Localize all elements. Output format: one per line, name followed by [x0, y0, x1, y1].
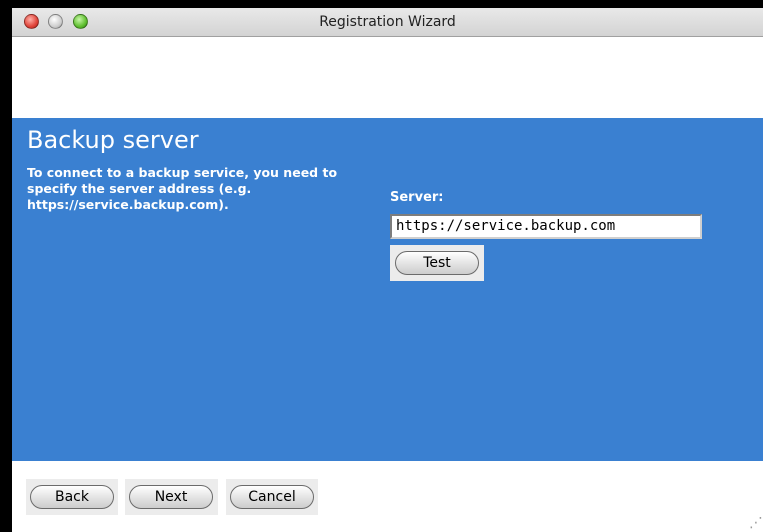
cancel-button[interactable]: Cancel: [230, 485, 314, 509]
wizard-header-area: [12, 37, 763, 118]
wizard-footer: Back Next Cancel ⋰: [12, 461, 763, 532]
test-button[interactable]: Test: [395, 251, 479, 275]
registration-wizard-window: Registration Wizard Backup server To con…: [0, 0, 763, 532]
backup-server-panel: Backup server To connect to a backup ser…: [12, 118, 763, 461]
page-title: Backup server: [27, 126, 199, 154]
server-label: Server:: [390, 190, 444, 205]
resize-grip-icon[interactable]: ⋰: [745, 514, 763, 532]
window-left-edge: [0, 0, 12, 532]
test-button-container: Test: [390, 245, 484, 281]
panel-description: To connect to a backup service, you need…: [27, 165, 338, 212]
next-button[interactable]: Next: [129, 485, 213, 509]
window-title: Registration Wizard: [319, 14, 456, 30]
back-button-container: Back: [26, 479, 118, 515]
cancel-button-container: Cancel: [226, 479, 318, 515]
next-button-container: Next: [125, 479, 218, 515]
title-bar[interactable]: Registration Wizard: [12, 8, 763, 37]
back-button[interactable]: Back: [30, 485, 114, 509]
window-top-edge: [0, 0, 763, 8]
server-input[interactable]: https://service.backup.com: [390, 214, 702, 239]
